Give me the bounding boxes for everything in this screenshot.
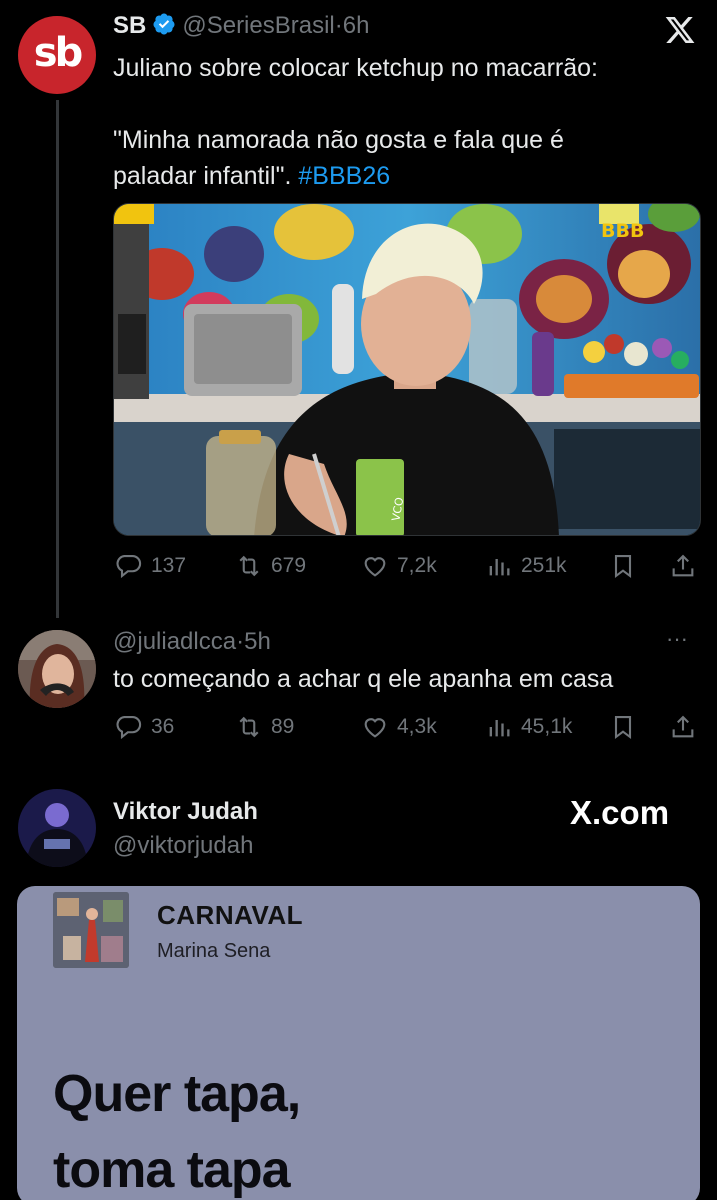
post2-repost-count: 89 [271, 715, 295, 738]
post1-author-name[interactable]: SB [113, 12, 146, 39]
post1-time[interactable]: 6h [343, 12, 370, 39]
post2-header: @juliadlcca·5h [113, 628, 271, 656]
post1-reply-button[interactable]: 137 [115, 552, 186, 580]
bbb-watermark: BBB [601, 220, 644, 242]
song-title: CARNAVAL [157, 900, 304, 930]
post1-repost-count: 679 [271, 554, 307, 577]
lyric-text: Quer tapa, toma tapa [53, 1056, 301, 1200]
reply-icon [116, 555, 142, 579]
post2-reply-count: 36 [151, 715, 175, 738]
share-icon [672, 715, 694, 738]
like-icon [364, 718, 386, 738]
lyric-card[interactable]: CARNAVAL Marina Sena Quer tapa, toma tap… [17, 886, 700, 1200]
post2-share-button[interactable] [669, 713, 697, 741]
post1-like-count: 7,2k [397, 554, 437, 577]
post2-reply-button[interactable]: 36 [115, 713, 174, 741]
post2-action-bar: 36 89 4,3k 45,1k [113, 711, 703, 743]
album-cover-image [53, 892, 129, 968]
post2-view-count: 45,1k [521, 715, 573, 738]
post1-text-line3: paladar infantil". [113, 162, 299, 190]
repost-icon [239, 716, 259, 738]
views-icon [489, 720, 510, 737]
post1-text-line3-wrap: paladar infantil". #BBB26 [113, 158, 703, 194]
post3-author-name[interactable]: Viktor Judah [113, 798, 258, 826]
post1-text: Juliano sobre colocar ketchup no macarrã… [113, 50, 703, 194]
post1-text-line2: "Minha namorada não gosta e fala que é [113, 126, 564, 154]
post1-action-bar: 137 679 7,2k 251k [113, 550, 703, 582]
post2-repost-button[interactable]: 89 [235, 713, 294, 741]
repost-icon [239, 555, 259, 577]
post1-bookmark-button[interactable] [609, 552, 637, 580]
post1-repost-button[interactable]: 679 [235, 552, 306, 580]
post2-handle[interactable]: @juliadlcca [113, 628, 236, 655]
song-artist: Marina Sena [157, 940, 271, 962]
sb-logo-text: sb [33, 30, 83, 76]
post1-like-button[interactable]: 7,2k [361, 552, 437, 580]
post1-photo: VCO BBB [114, 204, 700, 535]
reply-icon [116, 716, 142, 740]
post1-hashtag-link[interactable]: #BBB26 [298, 162, 390, 190]
separator-dot: · [334, 12, 343, 39]
post1-media-image[interactable]: VCO BBB [113, 203, 701, 536]
post2-text: to começando a achar q ele apanha em cas… [113, 665, 614, 693]
x-logo-icon [663, 14, 697, 51]
album-art [53, 892, 129, 968]
thread-connector-line [56, 100, 59, 618]
post1-reply-count: 137 [151, 554, 187, 577]
lyric-line-2: toma tapa [53, 1141, 291, 1199]
avatar-photo [18, 630, 96, 708]
post2-like-count: 4,3k [397, 715, 437, 738]
share-icon [672, 554, 694, 577]
bookmark-icon [614, 555, 632, 579]
post2-like-button[interactable]: 4,3k [361, 713, 437, 741]
more-icon[interactable]: ··· [666, 626, 688, 652]
lyric-line-1: Quer tapa, [53, 1065, 301, 1123]
avatar-photo [18, 789, 96, 867]
juliadlcca-avatar[interactable] [18, 630, 96, 708]
views-icon [489, 559, 510, 576]
seriesbrasil-avatar[interactable]: sb [18, 16, 96, 94]
bookmark-icon [614, 716, 632, 740]
post2-views-button[interactable]: 45,1k [485, 713, 572, 741]
separator-dot: · [236, 628, 245, 655]
post1-header: SB @SeriesBrasil·6h [113, 12, 369, 40]
post1-share-button[interactable] [669, 552, 697, 580]
viktorjudah-avatar[interactable] [18, 789, 96, 867]
post1-views-button[interactable]: 251k [485, 552, 567, 580]
verified-badge-icon [153, 13, 175, 35]
post2-time[interactable]: 5h [244, 628, 271, 655]
post1-text-line1: Juliano sobre colocar ketchup no macarrã… [113, 54, 598, 82]
post2-bookmark-button[interactable] [609, 713, 637, 741]
post3-handle[interactable]: @viktorjudah [113, 832, 253, 860]
post1-handle[interactable]: @SeriesBrasil [182, 12, 334, 39]
post1-view-count: 251k [521, 554, 567, 577]
like-icon [364, 557, 386, 577]
xcom-watermark: X.com [570, 794, 670, 831]
